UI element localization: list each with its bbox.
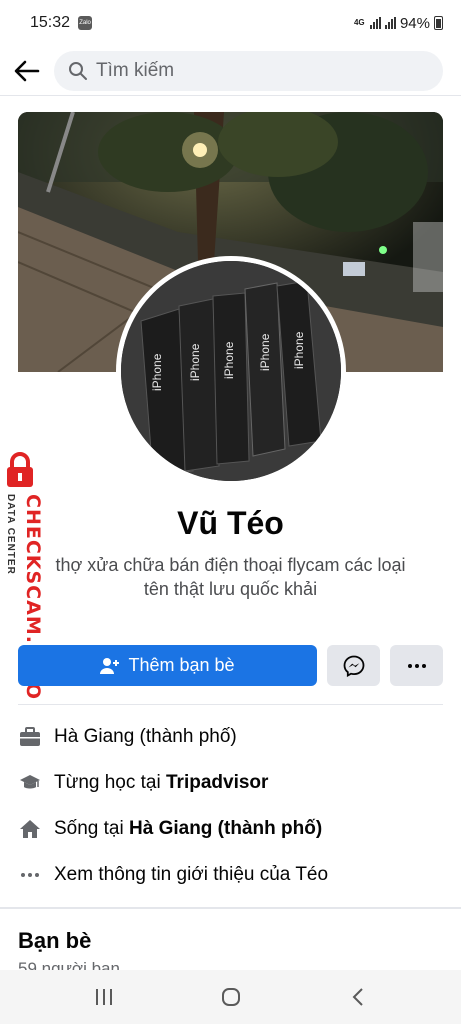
signal-icon xyxy=(369,17,381,29)
info-item-education[interactable]: Từng học tại Tripadvisor xyxy=(18,760,443,806)
info-education-place[interactable]: Tripadvisor xyxy=(166,772,268,794)
signal-icon-2 xyxy=(384,17,396,29)
ellipsis-icon xyxy=(18,863,42,887)
intro-list: Hà Giang (thành phố) Từng học tại Tripad… xyxy=(18,714,443,898)
back-arrow-icon xyxy=(14,60,40,81)
divider xyxy=(18,704,443,705)
info-item-lives[interactable]: Sống tại Hà Giang (thành phố) xyxy=(18,806,443,852)
chevron-left-icon xyxy=(352,988,363,1006)
friends-section-title: Bạn bè xyxy=(18,928,92,953)
status-bar: 15:32 Zalo 4G 94% xyxy=(0,0,461,46)
info-work-text: Hà Giang (thành phố) xyxy=(54,726,237,747)
iphone-label: iPhone xyxy=(292,331,306,369)
zalo-notification-icon: Zalo xyxy=(78,16,93,30)
home-circle-icon xyxy=(221,988,240,1006)
recent-apps-icon xyxy=(95,989,112,1005)
add-friend-button[interactable]: Thêm bạn bè xyxy=(18,645,317,686)
battery-icon xyxy=(434,16,443,30)
android-nav-bar xyxy=(0,970,461,1024)
profile-bio: thợ xửa chữa bán điện thoại flycam các l… xyxy=(40,553,421,601)
bio-line: thợ xửa chữa bán điện thoại flycam các l… xyxy=(55,555,406,575)
recent-apps-button[interactable] xyxy=(74,977,134,1017)
home-icon xyxy=(18,817,42,841)
network-type: 4G xyxy=(353,18,365,27)
iphone-label: iPhone xyxy=(258,333,272,371)
info-lives-prefix: Sống tại xyxy=(54,818,129,839)
graduation-cap-icon xyxy=(18,771,42,795)
profile-avatar[interactable]: iPhone iPhone iPhone iPhone iPhone xyxy=(116,256,346,486)
messenger-icon xyxy=(343,655,364,677)
top-nav: Tìm kiếm xyxy=(0,46,461,96)
battery-percent: 94% xyxy=(399,14,430,32)
profile-name: Vũ Téo xyxy=(177,505,284,541)
more-button[interactable] xyxy=(390,645,443,686)
lock-icon xyxy=(7,452,33,487)
status-time: 15:32 xyxy=(30,14,71,31)
iphone-label: iPhone xyxy=(222,341,236,379)
info-item-about[interactable]: Xem thông tin giới thiệu của Téo xyxy=(18,852,443,898)
briefcase-icon xyxy=(18,725,42,749)
iphone-boxes-photo: iPhone iPhone iPhone iPhone iPhone xyxy=(121,261,341,481)
iphone-label: iPhone xyxy=(150,353,164,391)
add-friend-label: Thêm bạn bè xyxy=(128,655,235,675)
home-button[interactable] xyxy=(201,977,261,1017)
status-indicators: 4G 94% xyxy=(354,15,443,32)
iphone-label: iPhone xyxy=(188,343,202,381)
more-icon xyxy=(407,663,426,668)
search-icon xyxy=(69,61,87,80)
search-placeholder: Tìm kiếm xyxy=(96,59,175,81)
bio-line: tên thật lưu quốc khải xyxy=(143,579,318,599)
add-friend-icon xyxy=(100,657,120,674)
info-item-work[interactable]: Hà Giang (thành phố) xyxy=(18,714,443,760)
info-education-prefix: Từng học tại xyxy=(54,772,166,793)
info-lives-place[interactable]: Hà Giang (thành phố) xyxy=(129,818,322,840)
info-about-text: Xem thông tin giới thiệu của Téo xyxy=(54,864,329,885)
section-separator xyxy=(0,907,461,909)
profile-actions: Thêm bạn bè xyxy=(18,645,443,686)
search-input[interactable]: Tìm kiếm xyxy=(54,50,443,91)
back-button[interactable] xyxy=(0,49,54,93)
messenger-button[interactable] xyxy=(327,645,380,686)
back-nav-button[interactable] xyxy=(328,977,388,1017)
